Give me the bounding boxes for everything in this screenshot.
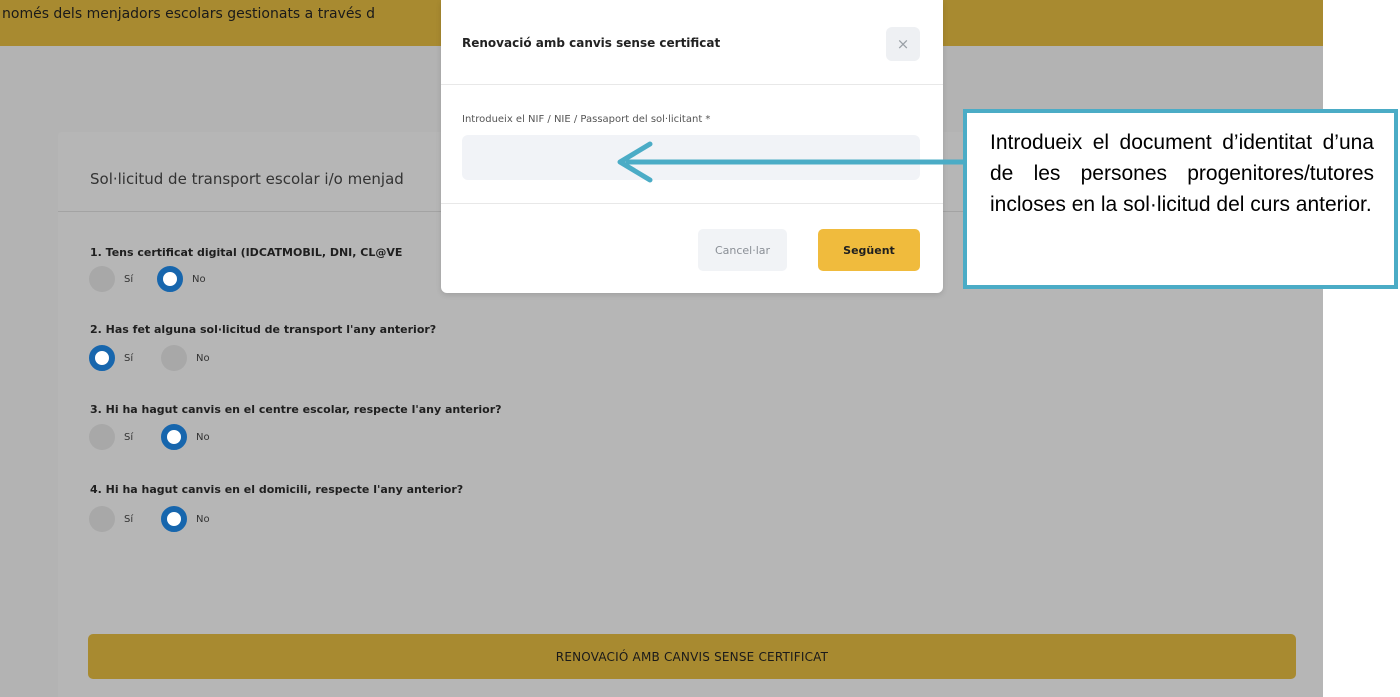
q3-option-si[interactable]: Sí bbox=[89, 424, 133, 450]
cancel-button[interactable]: Cancel·lar bbox=[698, 229, 787, 271]
annotation-callout: Introdueix el document d’identitat d’una… bbox=[963, 109, 1398, 289]
q3-radio-si[interactable] bbox=[89, 424, 115, 450]
q3-option-si-label: Sí bbox=[124, 431, 134, 443]
q4-radio-no[interactable] bbox=[161, 506, 187, 532]
q1-radio-si[interactable] bbox=[89, 266, 115, 292]
q4-option-no-label: No bbox=[196, 513, 210, 525]
q2-radio-si[interactable] bbox=[89, 345, 115, 371]
q4-option-si-label: Sí bbox=[124, 513, 134, 525]
form-title: Sol·licitud de transport escolar i/o men… bbox=[90, 170, 404, 188]
close-icon[interactable]: × bbox=[886, 27, 920, 61]
q3-option-no-label: No bbox=[196, 431, 210, 443]
q4-option-no[interactable]: No bbox=[161, 506, 210, 532]
question-1-label: 1. Tens certificat digital (IDCATMOBIL, … bbox=[90, 246, 403, 259]
q1-option-no-label: No bbox=[192, 273, 206, 285]
arrow-left-icon bbox=[617, 141, 968, 183]
q1-radio-no[interactable] bbox=[157, 266, 183, 292]
q1-option-si[interactable]: Sí bbox=[89, 266, 133, 292]
q3-option-no[interactable]: No bbox=[161, 424, 210, 450]
q2-option-si[interactable]: Sí bbox=[89, 345, 133, 371]
q3-radio-no[interactable] bbox=[161, 424, 187, 450]
callout-text: Introdueix el document d’identitat d’una… bbox=[990, 131, 1374, 216]
q2-option-no-label: No bbox=[196, 352, 210, 364]
modal-divider-top bbox=[441, 84, 943, 85]
q4-radio-si[interactable] bbox=[89, 506, 115, 532]
next-button[interactable]: Següent bbox=[818, 229, 920, 271]
document-id-label: Introdueix el NIF / NIE / Passaport del … bbox=[462, 114, 711, 125]
modal-divider-bottom bbox=[441, 203, 943, 204]
q4-option-si[interactable]: Sí bbox=[89, 506, 133, 532]
q2-option-no[interactable]: No bbox=[161, 345, 210, 371]
question-3-label: 3. Hi ha hagut canvis en el centre escol… bbox=[90, 403, 502, 416]
q2-option-si-label: Sí bbox=[124, 352, 134, 364]
banner-text: només dels menjadors escolars gestionats… bbox=[2, 6, 376, 22]
modal-title: Renovació amb canvis sense certificat bbox=[462, 36, 721, 50]
q2-radio-no[interactable] bbox=[161, 345, 187, 371]
q1-option-si-label: Sí bbox=[124, 273, 134, 285]
q1-option-no[interactable]: No bbox=[157, 266, 206, 292]
renewal-without-certificate-button[interactable]: RENOVACIÓ AMB CANVIS SENSE CERTIFICAT bbox=[88, 634, 1296, 679]
question-2-label: 2. Has fet alguna sol·licitud de transpo… bbox=[90, 323, 437, 336]
question-4-label: 4. Hi ha hagut canvis en el domicili, re… bbox=[90, 483, 464, 496]
